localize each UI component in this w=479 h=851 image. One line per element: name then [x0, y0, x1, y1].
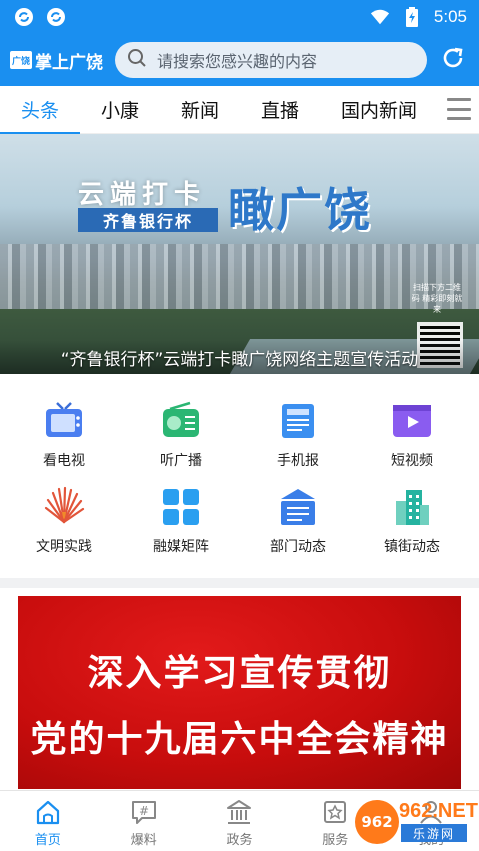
function-civilization-practice[interactable]: 文明实践 — [14, 478, 114, 560]
function-label: 融媒矩阵 — [153, 539, 209, 555]
function-watch-tv[interactable]: 看电视 — [14, 392, 114, 474]
app-logo[interactable]: 广饶 掌上广饶 — [10, 48, 103, 73]
nav-home[interactable]: 首页 — [0, 791, 96, 851]
grid-icon — [160, 486, 202, 528]
banner-title-line3: 瞰广饶 — [228, 183, 372, 237]
section-divider — [0, 578, 479, 588]
channel-menu-icon[interactable] — [447, 98, 471, 120]
tab-news[interactable]: 新闻 — [160, 86, 240, 134]
poster-line1: 深入学习宣传贯彻 — [87, 653, 392, 694]
function-media-matrix[interactable]: 融媒矩阵 — [131, 478, 231, 560]
nav-government-label: 政务 — [226, 833, 253, 848]
home-icon — [33, 797, 63, 827]
tv-icon — [43, 400, 85, 442]
tab-xiaokang[interactable]: 小康 — [80, 86, 160, 134]
watermark-text: 962.NET — [399, 800, 478, 822]
function-town-news[interactable]: 镇街动态 — [362, 478, 462, 560]
function-listen-radio[interactable]: 听广播 — [131, 392, 231, 474]
tab-domestic-news[interactable]: 国内新闻 — [320, 86, 438, 134]
sync-icon — [14, 7, 34, 27]
banner-carousel[interactable]: 云端打卡 齐鲁银行杯 瞰广饶 扫描下方二维码 精彩即刻就来 “齐鲁银行杯”云端打… — [0, 134, 479, 374]
function-label: 看电视 — [43, 453, 85, 469]
poster-line2: 党的十九届六中全会精神 — [30, 719, 449, 760]
site-watermark: 962 962.NET 乐游网 — [351, 800, 478, 846]
search-input[interactable]: 请搜索您感兴趣的内容 — [115, 42, 427, 78]
battery-icon — [402, 7, 422, 27]
app-header: 广饶 掌上广饶 请搜索您感兴趣的内容 — [0, 34, 479, 86]
tab-live[interactable]: 直播 — [240, 86, 320, 134]
department-icon — [277, 486, 319, 528]
function-label: 听广播 — [160, 453, 202, 469]
function-department-news[interactable]: 部门动态 — [248, 478, 348, 560]
wifi-icon — [370, 7, 390, 27]
fan-logo-icon — [43, 486, 85, 528]
tab-toutiao[interactable]: 头条 — [0, 86, 80, 134]
function-label: 镇街动态 — [384, 539, 440, 555]
watermark-sub: 乐游网 — [401, 824, 467, 842]
status-bar: 5:05 — [0, 0, 479, 34]
banner-title-line2: 齐鲁银行杯 — [78, 208, 218, 232]
refresh-button[interactable] — [437, 44, 469, 76]
function-label: 部门动态 — [270, 539, 326, 555]
function-label: 手机报 — [277, 453, 319, 469]
refresh-icon — [440, 45, 466, 75]
radio-icon — [160, 400, 202, 442]
nav-report[interactable]: # 爆料 — [96, 791, 192, 851]
function-grid: 看电视 听广播 手机报 短视频 文明实践 融媒矩阵 部门动态 镇街动态 — [0, 374, 479, 576]
logo-icon: 广饶 — [10, 51, 32, 69]
function-label: 短视频 — [391, 453, 433, 469]
search-placeholder: 请搜索您感兴趣的内容 — [157, 52, 318, 71]
watermark-logo-icon: 962 — [355, 800, 399, 844]
government-icon — [224, 797, 254, 827]
function-label: 文明实践 — [36, 539, 92, 555]
feature-poster[interactable]: 深入学习宣传贯彻 党的十九届六中全会精神 — [18, 596, 461, 789]
clock: 5:05 — [433, 7, 467, 26]
banner-cityscape — [0, 244, 479, 314]
nav-government[interactable]: 政务 — [192, 791, 288, 851]
service-icon — [320, 797, 350, 827]
app-title: 掌上广饶 — [35, 52, 103, 73]
search-icon — [127, 48, 147, 72]
video-icon — [391, 400, 433, 442]
svg-text:#: # — [139, 804, 149, 818]
report-icon: # — [129, 797, 159, 827]
banner-qr-note: 扫描下方二维码 精彩即刻就来 — [411, 283, 463, 314]
building-icon — [391, 486, 433, 528]
nav-report-label: 爆料 — [130, 833, 157, 848]
channel-tabs: 头条 小康 新闻 直播 国内新闻 — [0, 86, 479, 134]
function-short-video[interactable]: 短视频 — [362, 392, 462, 474]
banner-caption: “齐鲁银行杯”云端打卡瞰广饶网络主题宣传活动 — [0, 340, 479, 374]
nav-home-label: 首页 — [34, 833, 61, 848]
function-mobile-newspaper[interactable]: 手机报 — [248, 392, 348, 474]
newspaper-icon — [277, 400, 319, 442]
banner-title-line1: 云端打卡 — [78, 180, 207, 210]
nav-service-label: 服务 — [322, 833, 349, 848]
sync-icon — [46, 7, 66, 27]
